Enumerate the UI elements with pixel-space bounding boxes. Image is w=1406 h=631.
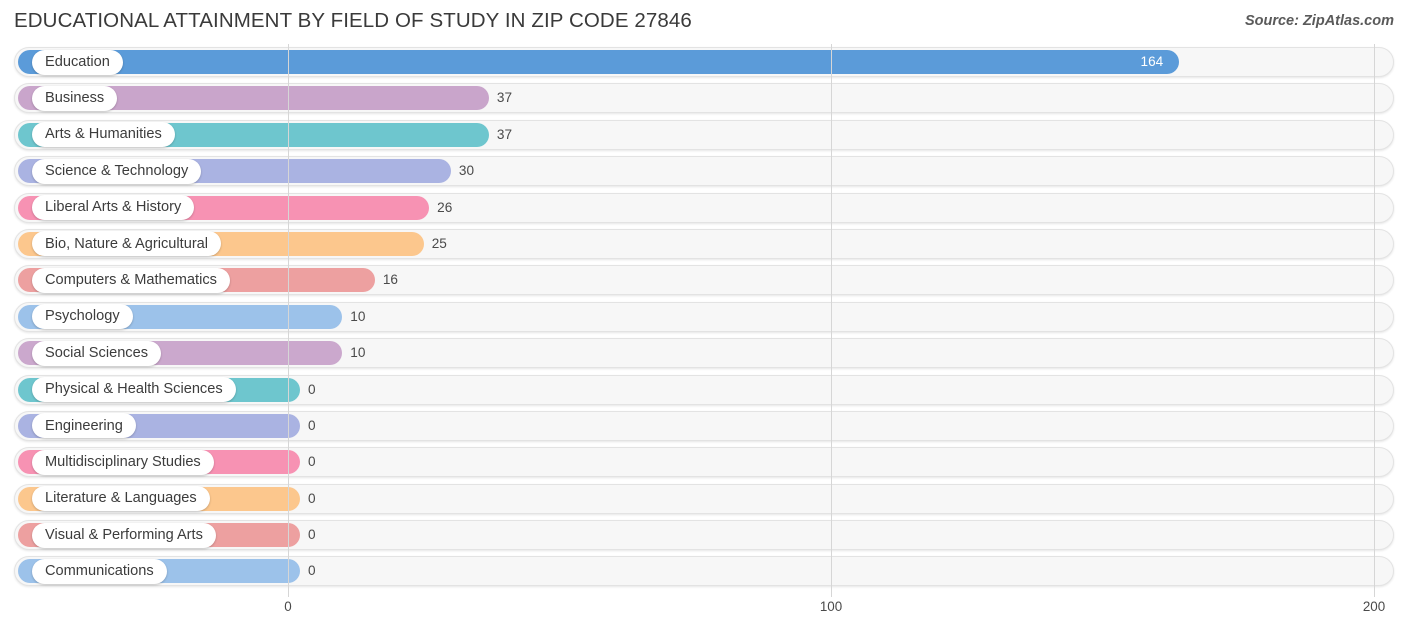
- category-label: Science & Technology: [45, 162, 189, 179]
- category-label-pill: Communications: [32, 558, 167, 584]
- value-label: 0: [308, 527, 316, 543]
- category-label-pill: Multidisciplinary Studies: [32, 449, 214, 475]
- value-label: 0: [308, 454, 316, 470]
- category-label: Visual & Performing Arts: [45, 526, 203, 543]
- x-tick-label: 0: [284, 599, 292, 614]
- bar-row: Science & Technology 30: [0, 153, 1406, 189]
- value-label: 10: [350, 308, 366, 324]
- bar-row: Physical & Health Sciences 0: [0, 372, 1406, 408]
- value-label: 0: [308, 381, 316, 397]
- category-label-pill: Bio, Nature & Agricultural: [32, 231, 222, 257]
- category-label: Social Sciences: [45, 344, 149, 361]
- bar-rows: Education 164 Business 37 Arts & Humanities 3…: [0, 44, 1406, 597]
- category-label-pill: Visual & Performing Arts: [32, 522, 216, 548]
- category-label: Physical & Health Sciences: [45, 381, 223, 398]
- x-tick-label: 200: [1362, 599, 1386, 614]
- bar-row: Communications 0: [0, 553, 1406, 589]
- category-label: Multidisciplinary Studies: [45, 454, 201, 470]
- value-label: 16: [382, 272, 398, 288]
- bar-row: Literature & Languages 0: [0, 481, 1406, 517]
- bar-row: Bio, Nature & Agricultural 25: [0, 226, 1406, 262]
- bar-row: Computers & Mathematics 16: [0, 262, 1406, 298]
- value-label: 26: [437, 199, 453, 215]
- x-axis: 0 100 200: [0, 597, 1406, 631]
- value-label: 164: [1140, 54, 1164, 69]
- category-label: Literature & Languages: [45, 490, 197, 507]
- x-tick-label: 100: [819, 599, 843, 614]
- category-label: Engineering: [45, 417, 123, 434]
- bar-row: Engineering 0: [0, 408, 1406, 444]
- value-label: 0: [308, 563, 316, 579]
- category-label-pill: Computers & Mathematics: [32, 267, 230, 293]
- bar-row: Multidisciplinary Studies 0: [0, 444, 1406, 480]
- bar-row: Psychology 10: [0, 299, 1406, 335]
- category-label-pill: Physical & Health Sciences: [32, 377, 236, 403]
- category-label-pill: Liberal Arts & History: [32, 195, 195, 221]
- category-label-pill: Science & Technology: [32, 158, 202, 184]
- value-label: 0: [308, 490, 316, 506]
- category-label-pill: Literature & Languages: [32, 486, 210, 512]
- value-label: 10: [350, 345, 366, 361]
- bar-row: Visual & Performing Arts 0: [0, 517, 1406, 553]
- category-label: Psychology: [45, 308, 120, 325]
- bar-row: Business 37: [0, 80, 1406, 116]
- category-label: Liberal Arts & History: [45, 199, 182, 216]
- category-label-pill: Education: [32, 49, 123, 75]
- category-label: Communications: [45, 563, 154, 580]
- value-label: 37: [496, 126, 513, 142]
- category-label: Business: [45, 90, 105, 107]
- source-attribution: Source: ZipAtlas.com: [1244, 13, 1394, 29]
- category-label: Arts & Humanities: [45, 126, 162, 143]
- plot-area: Education 164 Business 37 Arts & Humanities 3…: [0, 44, 1406, 597]
- value-bar[interactable]: [18, 50, 1179, 74]
- category-label: Education: [45, 53, 110, 70]
- value-label: 25: [431, 235, 447, 251]
- value-label: 37: [496, 90, 513, 106]
- category-label-pill: Business: [32, 85, 118, 111]
- value-label: 30: [458, 163, 475, 179]
- bar-row: Social Sciences 10: [0, 335, 1406, 371]
- bar-row: Liberal Arts & History 26: [0, 190, 1406, 226]
- category-label-pill: Arts & Humanities: [32, 122, 175, 148]
- category-label-pill: Psychology: [32, 304, 133, 330]
- value-label: 0: [308, 417, 316, 433]
- category-label: Bio, Nature & Agricultural: [45, 235, 209, 252]
- page-title: EDUCATIONAL ATTAINMENT BY FIELD OF STUDY…: [14, 9, 692, 32]
- bar-row: Arts & Humanities 37: [0, 117, 1406, 153]
- chart-page: EDUCATIONAL ATTAINMENT BY FIELD OF STUDY…: [0, 0, 1406, 631]
- bar-row: Education 164: [0, 44, 1406, 80]
- category-label: Computers & Mathematics: [45, 272, 217, 289]
- chart-header: EDUCATIONAL ATTAINMENT BY FIELD OF STUDY…: [0, 0, 1406, 44]
- category-label-pill: Social Sciences: [32, 340, 162, 366]
- category-label-pill: Engineering: [32, 413, 136, 439]
